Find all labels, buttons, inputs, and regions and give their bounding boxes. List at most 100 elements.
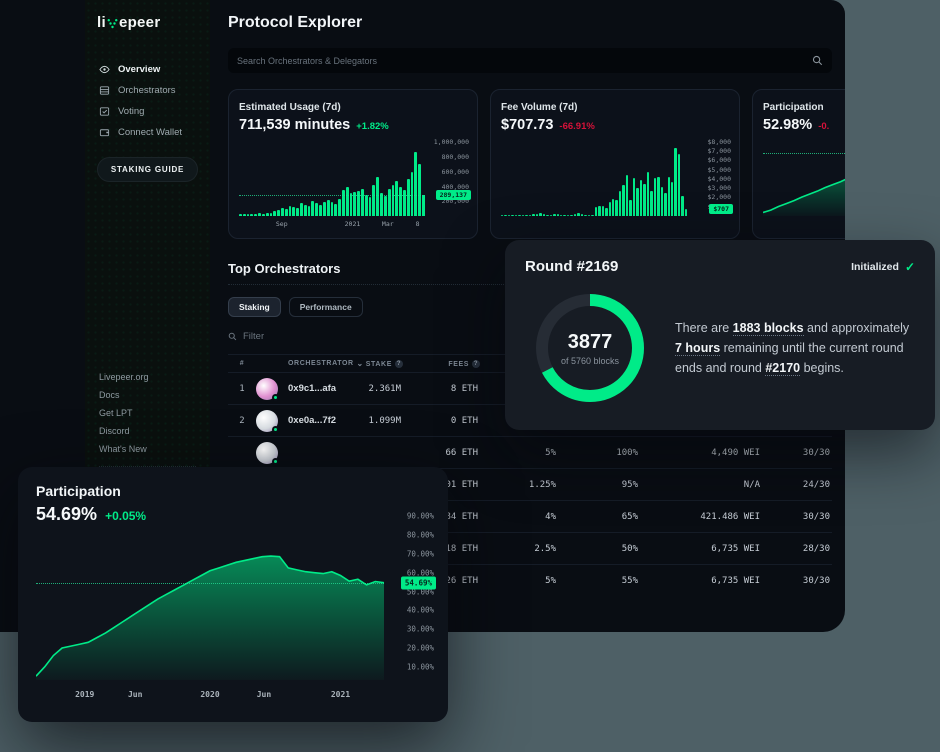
y-tick: $5,000	[708, 166, 731, 174]
y-tick: $7,000	[708, 147, 731, 155]
rank: 2	[228, 416, 256, 426]
participation-mini-chart	[763, 138, 845, 216]
search-input[interactable]	[237, 56, 812, 66]
y-tick: 1,000,000	[434, 138, 469, 146]
col-stake[interactable]: ⌄STAKE?	[348, 359, 403, 368]
x-tick: 2020	[200, 690, 219, 699]
reward-cut-value: 5%	[480, 576, 558, 586]
price-per-pixel-value: N/A	[640, 480, 762, 490]
tab-staking[interactable]: Staking	[228, 297, 281, 317]
blocks-count: 3877	[568, 331, 613, 354]
card-delta: -0.	[818, 121, 829, 132]
card-fee-volume[interactable]: Fee Volume (7d) $707.73 -66.91% $8,000$7…	[490, 89, 740, 239]
avatar	[256, 378, 288, 400]
card-delta: +1.82%	[356, 121, 389, 132]
x-tick: 2019	[75, 690, 94, 699]
fee-cut-value: 100%	[558, 448, 640, 458]
card-title: Participation	[763, 102, 845, 113]
card-value: 711,539 minutes	[239, 117, 350, 133]
fee-bar-chart: $8,000$7,000$6,000$5,000$4,000$3,000$2,0…	[501, 138, 733, 216]
orchestrator-address: 0x9c1...afa	[288, 383, 348, 394]
price-per-pixel-value: 6,735 WEI	[640, 576, 762, 586]
search-icon[interactable]	[812, 55, 823, 66]
fee-cut-value: 95%	[558, 480, 640, 490]
price-per-pixel-value: 421.486 WEI	[640, 512, 762, 522]
logo-text: epeer	[119, 14, 161, 31]
y-tick: $4,000	[708, 175, 731, 183]
sidebar-item-connect-wallet[interactable]: Connect Wallet	[97, 122, 198, 143]
card-participation[interactable]: Participation 52.98% -0.	[752, 89, 845, 239]
sidebar-item-overview[interactable]: Overview	[97, 59, 198, 80]
logo-dots-icon	[107, 18, 118, 29]
x-tick: 2021	[331, 690, 350, 699]
sidebar-item-label: Orchestrators	[118, 85, 176, 96]
y-axis: 90.00%80.00%70.00%60.00%50.00%40.00%30.0…	[388, 503, 436, 680]
price-per-pixel-value: 4,490 WEI	[640, 448, 762, 458]
link-docs[interactable]: Docs	[99, 386, 196, 404]
staking-guide-button[interactable]: STAKING GUIDE	[97, 157, 198, 182]
calls-value: 30/30	[762, 448, 832, 458]
participation-delta: +0.05%	[105, 509, 146, 523]
calls-value: 30/30	[762, 512, 832, 522]
fee-cut-value: 65%	[558, 512, 640, 522]
card-estimated-usage[interactable]: Estimated Usage (7d) 711,539 minutes +1.…	[228, 89, 478, 239]
bars	[501, 138, 687, 216]
round-title: Round #2169	[525, 258, 618, 275]
x-tick: Sep	[276, 220, 288, 228]
reward-cut-value: 5%	[480, 448, 558, 458]
col-fees[interactable]: FEES?	[403, 360, 480, 368]
current-value-dotted-line	[239, 195, 425, 196]
y-tick: 600,000	[442, 168, 469, 176]
livepeer-logo[interactable]: liepeer	[97, 14, 198, 31]
fees-value: 8 ETH	[403, 384, 480, 394]
current-value-badge: 289,137	[436, 190, 471, 200]
col-rank: #	[228, 360, 256, 367]
highlighted-value: 7 hours	[675, 341, 720, 356]
stake-value: 2.361M	[348, 384, 403, 394]
participation-panel: Participation 54.69% +0.05% 90.00%80.00%…	[18, 467, 448, 722]
y-tick: $3,000	[708, 184, 731, 192]
y-tick: 40.00%	[407, 606, 434, 615]
check-icon: ✓	[905, 260, 915, 274]
page-title: Protocol Explorer	[228, 14, 845, 32]
sidebar-footer-links: Livepeer.org Docs Get LPT Discord What's…	[99, 368, 196, 467]
stat-cards-row: Estimated Usage (7d) 711,539 minutes +1.…	[228, 89, 845, 239]
ballot-icon	[99, 106, 110, 117]
round-message: There are 1883 blocks and approximately …	[675, 318, 915, 378]
sidebar-item-orchestrators[interactable]: Orchestrators	[97, 80, 198, 101]
orchestrator-avatar	[256, 378, 278, 400]
reward-cut-value: 1.25%	[480, 480, 558, 490]
highlighted-value: 1883 blocks	[733, 321, 804, 336]
search-icon	[228, 332, 237, 341]
current-value-badge: $707	[709, 204, 733, 214]
reward-cut-value: 2.5%	[480, 544, 558, 554]
x-tick: Mar	[382, 220, 394, 228]
blocks-total: of 5760 blocks	[561, 356, 619, 366]
usage-plot	[239, 138, 425, 216]
info-icon[interactable]: ?	[472, 360, 480, 368]
avatar	[256, 442, 288, 464]
rank: 1	[228, 384, 256, 394]
x-axis: Sep2021Mar8	[239, 216, 425, 230]
highlighted-value: #2170	[765, 361, 800, 376]
table-row[interactable]: 66 ETH5%100%4,490 WEI30/30	[228, 436, 832, 468]
tab-performance[interactable]: Performance	[289, 297, 363, 317]
sidebar-item-voting[interactable]: Voting	[97, 101, 198, 122]
participation-title: Participation	[36, 483, 434, 499]
sort-chevron-icon[interactable]: ⌄	[356, 359, 363, 368]
global-search[interactable]	[228, 48, 832, 73]
fees-value: 0 ETH	[403, 416, 480, 426]
y-tick: 10.00%	[407, 662, 434, 671]
calls-value: 24/30	[762, 480, 832, 490]
logo-text: li	[97, 14, 106, 31]
link-discord[interactable]: Discord	[99, 422, 196, 440]
link-whats-new[interactable]: What's New	[99, 440, 196, 458]
y-axis: 1,000,000800,000600,000400,000200,000289…	[427, 138, 471, 216]
eye-icon	[99, 64, 110, 75]
y-axis: $8,000$7,000$6,000$5,000$4,000$3,000$2,0…	[689, 138, 733, 216]
link-livepeer-org[interactable]: Livepeer.org	[99, 368, 196, 386]
link-get-lpt[interactable]: Get LPT	[99, 404, 196, 422]
orchestrator-avatar	[256, 410, 278, 432]
info-icon[interactable]: ?	[395, 360, 403, 368]
bars	[239, 138, 425, 216]
